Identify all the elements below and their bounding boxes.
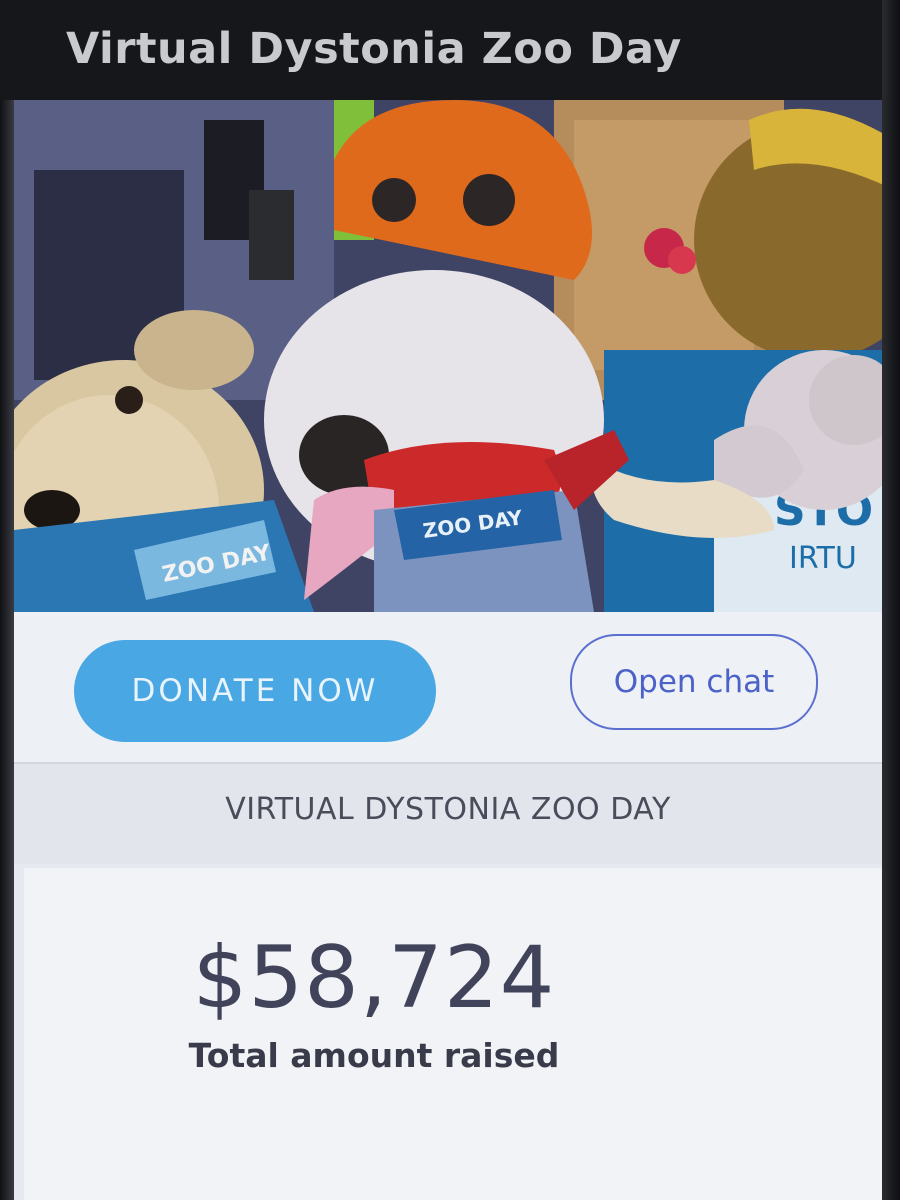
screen-bezel-right bbox=[882, 0, 900, 1200]
stream-image: STO IRTU ZOO DAY ZOO DAY bbox=[14, 100, 896, 612]
screen-bezel-left bbox=[0, 100, 14, 1200]
total-amount: $58,724 bbox=[192, 928, 556, 1028]
donate-now-button[interactable]: DONATE NOW bbox=[74, 640, 436, 742]
campaign-name: VIRTUAL DYSTONIA ZOO DAY bbox=[225, 792, 671, 827]
page-title: Virtual Dystonia Zoo Day bbox=[66, 24, 682, 74]
banner-word: IRTU bbox=[789, 541, 857, 576]
top-bar: Virtual Dystonia Zoo Day bbox=[0, 0, 900, 100]
total-amount-label: Total amount raised bbox=[188, 1036, 560, 1075]
video-frame[interactable]: STO IRTU ZOO DAY ZOO DAY bbox=[14, 100, 896, 612]
donation-panel: DONATE NOW Open chat VIRTUAL DYSTONIA ZO… bbox=[14, 612, 882, 1200]
open-chat-button[interactable]: Open chat bbox=[570, 634, 818, 730]
action-row: DONATE NOW Open chat bbox=[14, 612, 882, 762]
fundraising-stats: $58,724 Total amount raised bbox=[24, 868, 882, 1200]
